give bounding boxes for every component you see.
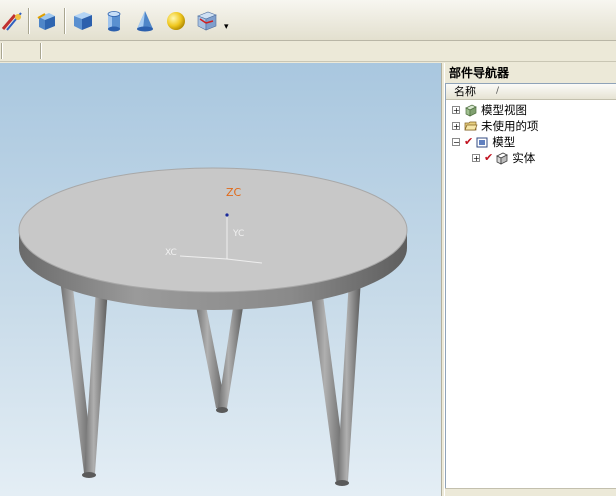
- sphere-icon[interactable]: [163, 8, 189, 34]
- csys-icon[interactable]: [194, 8, 220, 34]
- cylinder-icon[interactable]: [101, 8, 127, 34]
- tree-item-label: 模型: [492, 135, 516, 149]
- model-views-icon: [465, 104, 477, 117]
- selection-bar: [0, 41, 616, 62]
- folder-icon: [464, 121, 478, 131]
- column-name-label: 名称: [454, 85, 476, 98]
- axis-label-yc: YC: [233, 229, 245, 239]
- tree-item-body[interactable]: + ✔ 实体: [472, 150, 535, 166]
- tree-item-model[interactable]: − ✔ 模型: [452, 134, 515, 150]
- expand-icon[interactable]: +: [452, 106, 460, 115]
- model-icon: [476, 137, 488, 148]
- solid-body-icon: [496, 152, 509, 165]
- tree-item-label: 未使用的项: [481, 119, 539, 133]
- block-icon[interactable]: [34, 8, 60, 34]
- axis-label-zc: ZC: [226, 186, 242, 199]
- sketch-icon[interactable]: [0, 8, 26, 34]
- tree-item-label: 实体: [512, 151, 536, 165]
- expand-icon[interactable]: +: [472, 154, 480, 163]
- axis-label-xc: XC: [165, 248, 177, 258]
- more-dropdown-icon[interactable]: ▾: [224, 22, 229, 32]
- sort-indicator-icon: /: [496, 86, 500, 96]
- tabletop-surface: [18, 167, 408, 293]
- graphics-viewport[interactable]: ZC YC XC: [0, 63, 441, 496]
- checkmark-icon[interactable]: ✔: [464, 134, 473, 150]
- expand-icon[interactable]: +: [452, 122, 460, 131]
- tree-item-unused-items[interactable]: + 未使用的项: [452, 118, 539, 134]
- collapse-icon[interactable]: −: [452, 138, 460, 147]
- cube-icon[interactable]: [70, 8, 96, 34]
- navigator-scrollbar[interactable]: [445, 488, 616, 496]
- column-header-name[interactable]: 名称 /: [446, 84, 616, 100]
- feature-toolbar: ▾: [0, 0, 616, 41]
- cone-icon[interactable]: [132, 8, 158, 34]
- checkmark-icon[interactable]: ✔: [484, 150, 493, 166]
- navigator-title: 部件导航器: [445, 63, 616, 83]
- tree-item-model-views[interactable]: + 模型视图: [452, 102, 527, 118]
- part-navigator: 部件导航器 名称 / + 模型视图 + 未使用的项 − ✔ 模型 + ✔ 实体: [445, 63, 616, 496]
- table-legs: [60, 279, 361, 486]
- tree-item-label: 模型视图: [481, 103, 527, 117]
